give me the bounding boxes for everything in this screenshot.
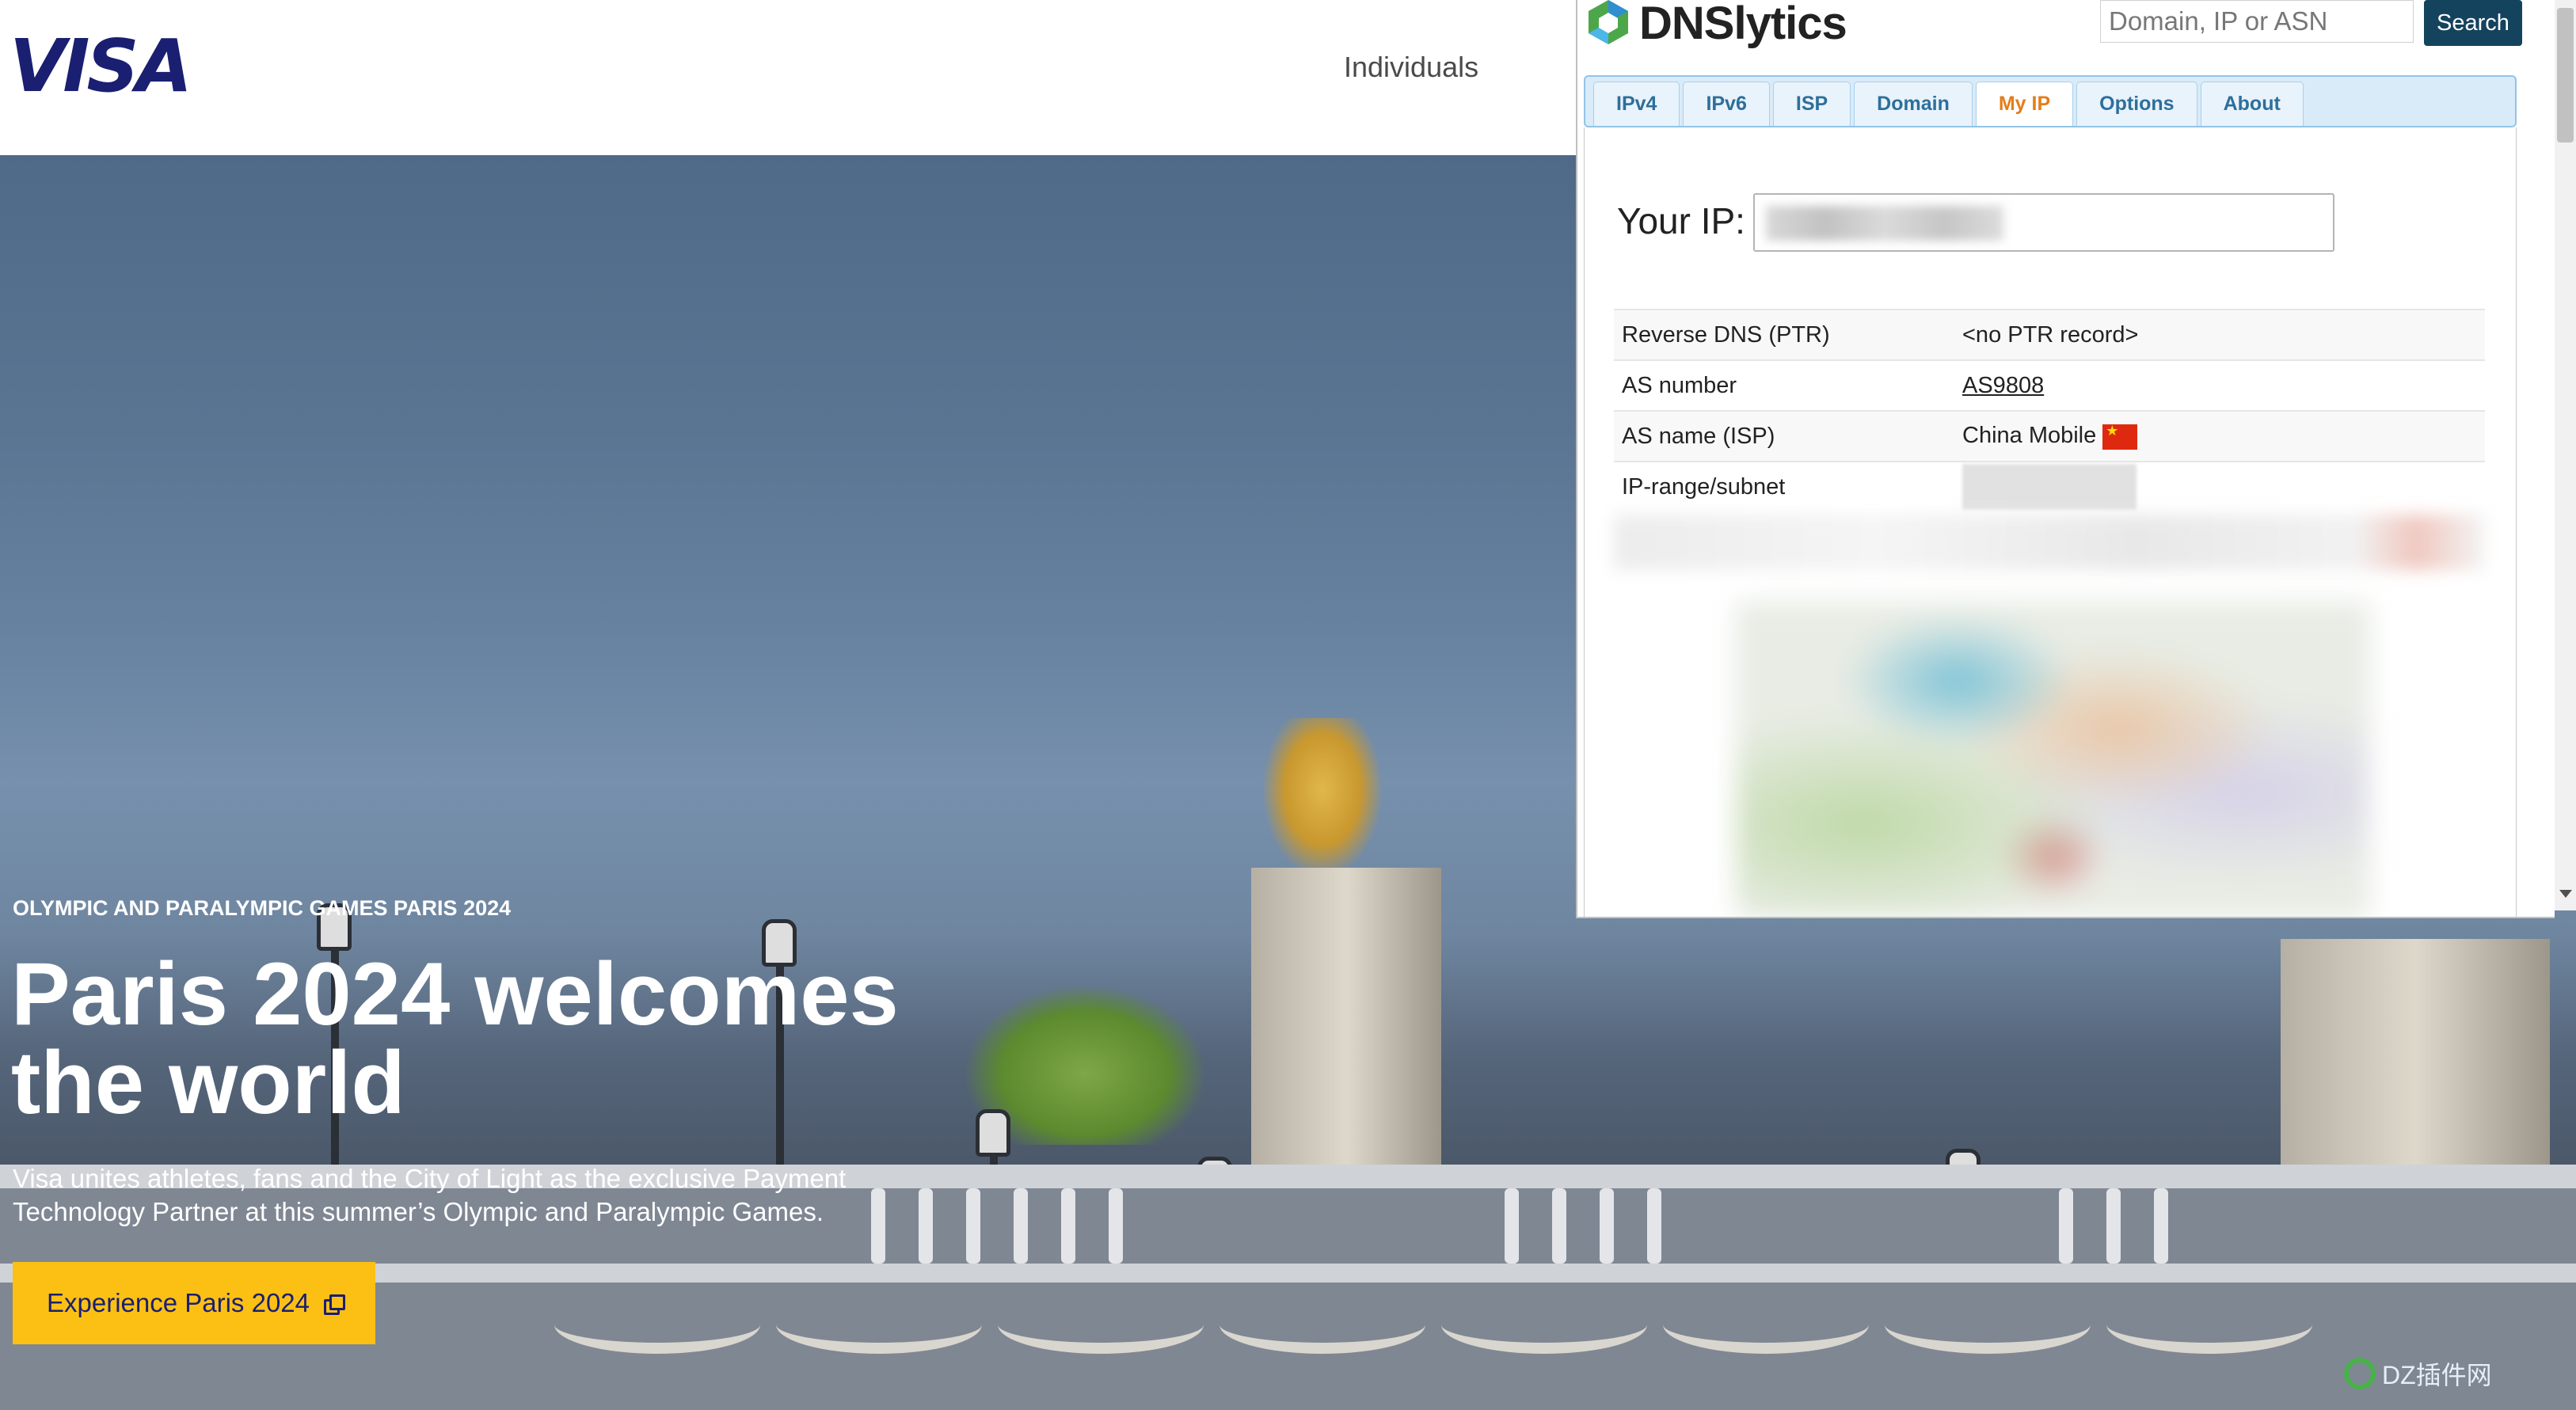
baluster bbox=[1109, 1188, 1123, 1264]
dnslytics-logo-text: DNSlytics bbox=[1639, 0, 1847, 49]
tab-my-ip[interactable]: My IP bbox=[1975, 82, 2074, 126]
baluster bbox=[2154, 1188, 2168, 1264]
hero-description: Visa unites athletes, fans and the City … bbox=[13, 1164, 847, 1226]
row-key: AS name (ISP) bbox=[1614, 410, 1954, 462]
cta-label: Experience Paris 2024 bbox=[46, 1288, 310, 1317]
your-ip-label: Your IP: bbox=[1617, 200, 1745, 241]
dns-search-input[interactable] bbox=[2100, 0, 2414, 43]
baluster bbox=[1647, 1188, 1661, 1264]
row-value bbox=[1954, 461, 2485, 511]
as-number-link[interactable]: AS9808 bbox=[1962, 373, 2044, 398]
gold-statue-image bbox=[1263, 718, 1382, 876]
table-row: Reverse DNS (PTR) <no PTR record> bbox=[1614, 309, 2485, 360]
watermark: DZ插件网 bbox=[2344, 1355, 2492, 1392]
bridge-garland bbox=[776, 1295, 982, 1354]
redacted-ip-blur bbox=[1766, 206, 2003, 241]
dns-tab-bar: IPv4 IPv6 ISP Domain My IP Options About bbox=[1584, 75, 2517, 127]
dnslytics-popup: DNSlytics Search IPv4 IPv6 ISP Domain My… bbox=[1576, 0, 2555, 918]
your-ip-field[interactable] bbox=[1753, 193, 2334, 252]
baluster bbox=[919, 1188, 933, 1264]
ip-info-table: Reverse DNS (PTR) <no PTR record> AS num… bbox=[1614, 309, 2485, 511]
baluster bbox=[1552, 1188, 1566, 1264]
bridge-garland bbox=[998, 1295, 1204, 1354]
baluster bbox=[966, 1188, 980, 1264]
dnslytics-logo-icon bbox=[1589, 0, 1628, 44]
page-scrollbar[interactable] bbox=[2555, 0, 2576, 910]
baluster bbox=[1014, 1188, 1028, 1264]
tab-ipv4[interactable]: IPv4 bbox=[1593, 82, 1680, 126]
redacted-map-blur bbox=[1736, 602, 2369, 917]
dnslytics-logo[interactable]: DNSlytics bbox=[1582, 0, 1847, 51]
hero-eyebrow: OLYMPIC AND PARALYMPIC GAMES PARIS 2024 bbox=[13, 896, 512, 920]
tab-about[interactable]: About bbox=[2200, 82, 2304, 126]
hero-title: Paris 2024 welcomes the world bbox=[11, 944, 899, 1132]
china-flag-icon bbox=[2102, 423, 2138, 450]
visa-logo[interactable]: VISA bbox=[10, 30, 192, 103]
baluster bbox=[1505, 1188, 1519, 1264]
baluster bbox=[1600, 1188, 1614, 1264]
tab-domain[interactable]: Domain bbox=[1854, 82, 1973, 126]
table-row: IP-range/subnet bbox=[1614, 461, 2485, 511]
isp-name: China Mobile bbox=[1962, 423, 2097, 449]
experience-paris-button[interactable]: Experience Paris 2024 bbox=[13, 1262, 375, 1344]
tab-isp[interactable]: ISP bbox=[1772, 82, 1851, 126]
bridge-garland bbox=[1220, 1295, 1425, 1354]
tab-options[interactable]: Options bbox=[2076, 82, 2197, 126]
row-value: AS9808 bbox=[1954, 359, 2485, 411]
scroll-down-arrow-icon[interactable] bbox=[2559, 890, 2572, 898]
watermark-text: DZ插件网 bbox=[2382, 1361, 2492, 1389]
redacted-row-blur bbox=[1614, 515, 2485, 570]
bridge-garland bbox=[2106, 1295, 2312, 1354]
dns-search-button[interactable]: Search bbox=[2424, 0, 2522, 46]
bridge-garland bbox=[1885, 1295, 2091, 1354]
row-key: IP-range/subnet bbox=[1614, 461, 1954, 511]
tab-ipv6[interactable]: IPv6 bbox=[1683, 82, 1770, 126]
row-key: Reverse DNS (PTR) bbox=[1614, 309, 1954, 360]
nav-individuals-link[interactable]: Individuals bbox=[1344, 51, 1478, 84]
baluster bbox=[2106, 1188, 2121, 1264]
lamp-globe bbox=[976, 1109, 1010, 1157]
baluster bbox=[2059, 1188, 2073, 1264]
row-value: China Mobile bbox=[1954, 410, 2485, 462]
external-link-icon bbox=[324, 1294, 346, 1315]
watermark-logo-icon bbox=[2344, 1358, 2376, 1389]
popup-scrollbar[interactable] bbox=[2517, 127, 2555, 917]
table-row: AS number AS9808 bbox=[1614, 359, 2485, 411]
redacted-subnet-blur bbox=[1962, 464, 2137, 510]
bridge-garland bbox=[554, 1295, 760, 1354]
bridge-railing-bottom bbox=[0, 1264, 2576, 1283]
bridge-garland bbox=[1663, 1295, 1869, 1354]
bridge-garland bbox=[1441, 1295, 1647, 1354]
row-value: <no PTR record> bbox=[1954, 309, 2485, 360]
baluster bbox=[1061, 1188, 1075, 1264]
table-row: AS name (ISP) China Mobile bbox=[1614, 410, 2485, 462]
page-scrollbar-thumb[interactable] bbox=[2557, 8, 2574, 143]
row-key: AS number bbox=[1614, 359, 1954, 411]
